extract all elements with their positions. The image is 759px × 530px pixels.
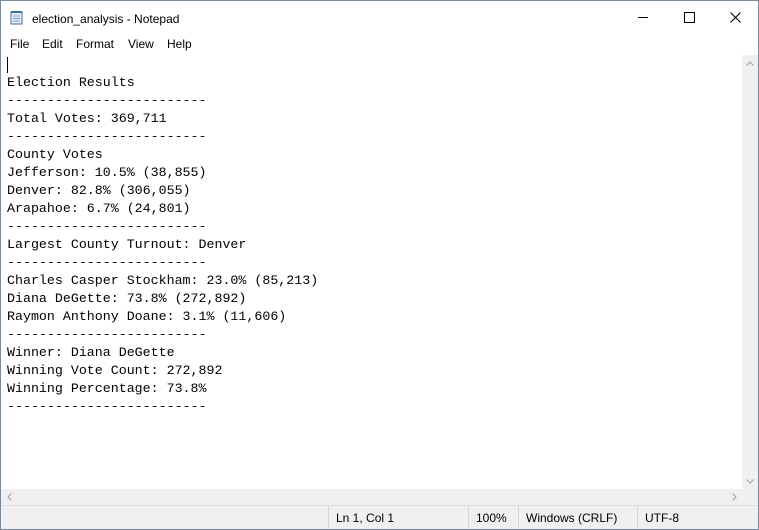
text-line[interactable]: ------------------------- — [7, 255, 207, 270]
text-line[interactable]: Denver: 82.8% (306,055) — [7, 183, 191, 198]
close-icon — [729, 11, 741, 23]
text-line[interactable]: ------------------------- — [7, 219, 207, 234]
chevron-down-icon — [746, 478, 754, 484]
scroll-up-button[interactable] — [742, 55, 758, 71]
text-editor[interactable]: Election Results -----------------------… — [1, 55, 742, 489]
scrollbar-corner — [742, 489, 758, 505]
text-line[interactable]: Arapahoe: 6.7% (24,801) — [7, 201, 191, 216]
text-line[interactable]: ------------------------- — [7, 399, 207, 414]
menu-file[interactable]: File — [10, 37, 29, 51]
chevron-up-icon — [746, 60, 754, 66]
horizontal-scrollbar[interactable] — [1, 489, 742, 505]
maximize-button[interactable] — [666, 1, 712, 33]
status-encoding: UTF-8 — [637, 506, 758, 529]
notepad-window: election_analysis - Notepad File Edit Fo… — [0, 0, 759, 530]
text-line[interactable]: Election Results — [7, 75, 135, 90]
window-title: election_analysis - Notepad — [32, 12, 180, 26]
text-line[interactable]: Winning Percentage: 73.8% — [7, 381, 207, 396]
scroll-down-button[interactable] — [742, 473, 758, 489]
vertical-scrollbar[interactable] — [742, 55, 758, 489]
menu-help[interactable]: Help — [167, 37, 192, 51]
text-line[interactable]: Raymon Anthony Doane: 3.1% (11,606) — [7, 309, 286, 324]
chevron-right-icon — [731, 493, 737, 501]
text-line[interactable]: Largest County Turnout: Denver — [7, 237, 246, 252]
status-zoom: 100% — [468, 506, 518, 529]
menu-edit[interactable]: Edit — [42, 37, 63, 51]
maximize-icon — [683, 11, 695, 23]
scroll-right-button[interactable] — [726, 489, 742, 505]
text-line[interactable]: Jefferson: 10.5% (38,855) — [7, 165, 207, 180]
text-line[interactable]: Winner: Diana DeGette — [7, 345, 175, 360]
text-line[interactable]: Diana DeGette: 73.8% (272,892) — [7, 291, 246, 306]
minimize-button[interactable] — [620, 1, 666, 33]
status-cursor-position: Ln 1, Col 1 — [328, 506, 468, 529]
text-line[interactable]: Winning Vote Count: 272,892 — [7, 363, 222, 378]
text-line[interactable]: Charles Casper Stockham: 23.0% (85,213) — [7, 273, 318, 288]
menu-format[interactable]: Format — [76, 37, 114, 51]
text-line[interactable]: ------------------------- — [7, 129, 207, 144]
text-line[interactable]: ------------------------- — [7, 327, 207, 342]
text-line[interactable]: ------------------------- — [7, 93, 207, 108]
close-button[interactable] — [712, 1, 758, 33]
menu-bar: File Edit Format View Help — [1, 34, 758, 54]
text-caret — [7, 57, 8, 73]
text-line[interactable]: County Votes — [7, 147, 103, 162]
status-bar: Ln 1, Col 1 100% Windows (CRLF) UTF-8 — [1, 505, 758, 529]
status-line-endings: Windows (CRLF) — [518, 506, 637, 529]
scroll-left-button[interactable] — [1, 489, 17, 505]
notepad-icon — [10, 11, 23, 25]
document-text[interactable]: Election Results -----------------------… — [7, 74, 318, 416]
minimize-icon — [637, 16, 648, 18]
text-line[interactable]: Total Votes: 369,711 — [7, 111, 167, 126]
chevron-left-icon — [6, 493, 12, 501]
title-bar[interactable]: election_analysis - Notepad — [1, 1, 758, 33]
menu-view[interactable]: View — [128, 37, 154, 51]
